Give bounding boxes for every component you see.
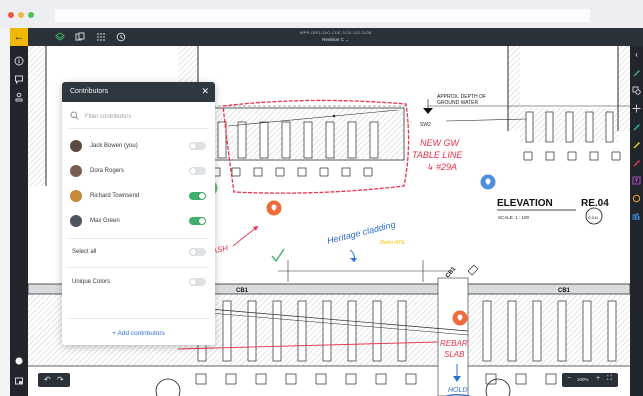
contributor-name: Richard Townsend [90,193,140,199]
zoom-out-button[interactable]: − [567,375,571,382]
zoom-level: 100% [577,377,589,382]
measure-icon[interactable] [632,212,641,221]
new-gw-label-2: TABLE LINE [412,150,463,160]
top-toolbar: WPR-DRG-JAC-CDE-3-00-102-3108 Revision C… [28,28,643,46]
avatar [70,215,82,227]
comment-icon[interactable] [14,74,24,85]
chevron-down-icon: ⌄ [345,37,349,42]
pin-red-1 [266,200,282,216]
scale-label: SCALE: 1 : 100 [498,215,530,220]
close-window-dot[interactable] [8,12,14,18]
sheet-ref: S.011 [588,215,599,220]
stamp-icon[interactable] [14,92,24,102]
pin-blue-1 [480,174,496,190]
fullscreen-icon[interactable]: ⛶ [607,375,612,383]
unique-colors-label: Unique Colors [72,279,111,285]
back-button[interactable]: ← [10,28,28,46]
address-bar[interactable] [55,9,590,22]
toggle-knob [190,279,196,285]
approx-depth-label-2: GROUND WATER [437,100,478,106]
move-icon[interactable] [632,104,641,113]
pen-teal-icon[interactable] [632,122,641,131]
select-all-label: Select all [72,249,97,255]
elevation-code: RE.04 [581,198,609,209]
browser-bar [0,0,643,28]
revision-selector[interactable]: Revision C ⌄ [28,37,643,43]
divider [68,238,209,239]
select-all-row[interactable]: Select all [62,240,215,264]
pin-red-2 [452,310,468,326]
elevation-title: ELEVATION [497,198,553,209]
select-all-toggle[interactable] [189,248,206,256]
pen-yellow-icon[interactable] [632,140,641,149]
unique-colors-row[interactable]: Unique Colors [62,270,215,294]
contributor-toggle[interactable] [189,217,206,225]
toggle-knob [190,168,196,174]
redo-button[interactable]: ↷ [57,375,64,384]
rebar-label-2: SLAB [444,350,465,359]
cb1-label-1: CB1 [236,288,249,294]
add-contributors-button[interactable]: + Add contributors [62,330,215,337]
settings-icon[interactable] [14,376,24,386]
search-icon [70,111,79,122]
contributor-row[interactable]: Jack Bowen (you) [62,134,215,158]
divider [68,318,209,319]
contributor-row[interactable]: Dora Rogers [62,159,215,183]
zoom-in-button[interactable]: + [596,375,600,382]
minimize-window-dot[interactable] [18,12,24,18]
pen-green-icon[interactable] [632,68,641,77]
chevron-left-icon[interactable]: ‹ [632,50,641,59]
contributor-name: Max Green [90,218,120,224]
drawing-canvas[interactable]: APPROX. DEPTH OF GROUND WATER SW2 ELEVAT… [28,46,630,396]
right-toolbar: ‹ [630,46,643,396]
close-icon[interactable]: ✕ [201,86,209,96]
panel-title: Contributors [70,88,109,95]
hold-label: HOLD [448,387,467,394]
contributor-row[interactable]: Richard Townsend [62,184,215,208]
undo-button[interactable]: ↶ [44,375,51,384]
divider [68,267,209,268]
undo-redo-group: ↶ ↷ [38,373,70,387]
contributors-panel: Contributors ✕ Filter contributors Jack … [62,82,215,345]
contributor-name: Jack Bowen (you) [90,143,138,149]
shapes-icon[interactable] [632,86,641,95]
toggle-knob [190,249,196,255]
contributors-panel-header: Contributors ✕ [62,82,215,102]
text-icon[interactable] [632,176,641,185]
info-icon[interactable] [14,56,24,66]
maximize-window-dot[interactable] [28,12,34,18]
unique-colors-toggle[interactable] [189,278,206,286]
revision-label: Revision C [322,37,344,42]
document-title: WPR-DRG-JAC-CDE-3-00-102-3108 [299,30,372,35]
zoom-controls: − 100% + ⛶ [562,373,618,387]
contributor-toggle[interactable] [189,167,206,175]
filter-contributors-field[interactable]: Filter contributors [70,110,207,124]
contributor-toggle[interactable] [189,192,206,200]
left-toolbar: ← [10,28,28,396]
status-dot-icon[interactable] [14,356,24,366]
contributor-name: Dora Rogers [90,168,125,174]
filter-contributors-input[interactable]: Filter contributors [85,114,131,120]
refer-ate-label: Refer ATE [380,240,405,246]
circle-icon[interactable] [632,194,641,203]
contributor-row[interactable]: Max Green [62,209,215,233]
pen-red-icon[interactable] [632,158,641,167]
app-window: ← WPR-DRG-JAC-CDE-3-00-102-3108 Revision… [10,28,643,396]
avatar [70,140,82,152]
rebar-label-1: REBAR [440,339,468,348]
toggle-knob [190,143,196,149]
divider [68,128,209,129]
new-gw-label-1: NEW GW [420,138,460,148]
toggle-knob [199,193,205,199]
toggle-knob [199,218,205,224]
new-gw-label-3: ↳ #29A [426,162,457,172]
avatar [70,165,82,177]
contributor-toggle[interactable] [189,142,206,150]
avatar [70,190,82,202]
cb1-label-2: CB1 [558,288,571,294]
sw2-label: SW2 [420,122,431,128]
